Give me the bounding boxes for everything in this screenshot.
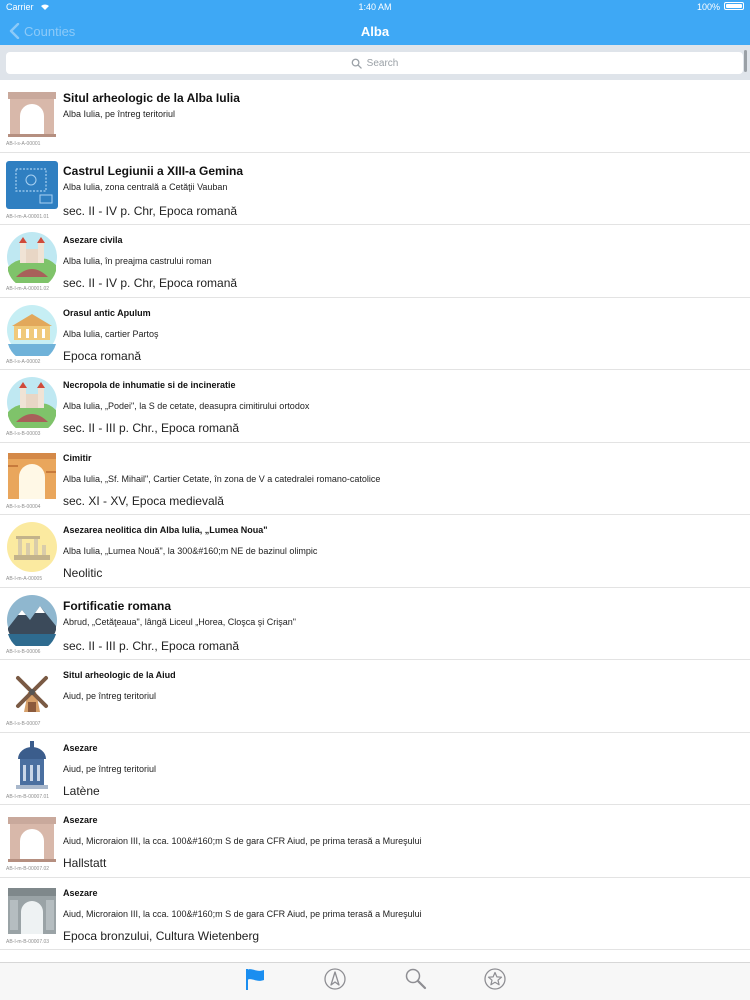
site-location: Aiud, Microraion III, la cca. 100&#160;m…	[63, 908, 422, 919]
site-period: Neolitic	[63, 566, 103, 580]
site-period: Epoca romană	[63, 348, 142, 363]
arch-icon	[8, 92, 56, 137]
battery-percent: 100%	[696, 2, 720, 12]
site-period: sec. II - IV p. Chr, Epoca romană	[63, 276, 238, 290]
list-item[interactable]: AB-I-m-A-00001.02 Asezare civila Alba Iuli…	[0, 225, 750, 298]
site-location: Abrud, „Cetăţeaua", lângă Liceul „Horea,…	[63, 616, 297, 627]
tab-nearby[interactable]	[322, 966, 348, 992]
site-location: Alba Iulia, zona centrală a Cetăţii Vaub…	[63, 181, 228, 192]
site-location: Alba Iulia, în preajma castrului roman	[63, 256, 212, 266]
battery-icon	[724, 2, 744, 10]
magnifier-icon	[405, 968, 427, 990]
compass-icon	[324, 968, 346, 990]
site-period: Epoca bronzului, Cultura Wietenberg	[63, 928, 260, 943]
star-icon	[484, 968, 506, 990]
list-item[interactable]: AB-I-s-A-00002 Orasul antic Apulum Alba Iu…	[0, 298, 750, 370]
site-location: Alba Iulia, pe întreg teritoriul	[63, 109, 176, 119]
site-code: AB-I-m-A-00005	[6, 576, 43, 582]
ancient-city-icon	[7, 304, 57, 356]
brick-arch-icon	[8, 452, 56, 499]
site-title: Asezare	[63, 887, 98, 898]
status-bar: Carrier 1:40 AM 100%	[0, 0, 750, 14]
ruins-icon	[7, 522, 57, 572]
site-location: Aiud, Microraion III, la cca. 100&#160;m…	[63, 836, 422, 846]
page-title: Alba	[360, 24, 390, 39]
list-item[interactable]: AB-I-s-B-00006 Fortificatie romana Abrud, …	[0, 588, 750, 660]
search-icon	[351, 58, 362, 69]
site-code: AB-I-s-A-00001	[6, 141, 41, 147]
site-location: Aiud, pe întreg teritoriul	[63, 763, 157, 774]
site-location: Aiud, pe întreg teritoriul	[63, 691, 157, 701]
list-item[interactable]: AB-I-s-A-00001 Situl arheologic de la Alb…	[0, 80, 750, 153]
site-location: Alba Iulia, cartier Partoş	[63, 328, 159, 339]
site-title: Necropola de inhumatie si de incineratie	[63, 380, 236, 390]
search-placeholder: Search	[366, 57, 399, 69]
flag-icon	[246, 969, 264, 990]
mountain-icon	[7, 594, 57, 646]
site-code: AB-I-m-B-00007.03	[6, 938, 50, 945]
site-code: AB-I-m-A-00001.02	[6, 286, 50, 292]
list-item[interactable]: AB-I-m-A-00005 Asezarea neolitica din Alb…	[0, 515, 750, 588]
list-item[interactable]: AB-I-m-B-00007.03 Asezare Aiud, Microraion…	[0, 878, 750, 950]
list-item[interactable]: AB-I-s-B-00003 Necropola de inhumatie si …	[0, 370, 750, 443]
search-input[interactable]: Search	[6, 52, 743, 74]
site-period: sec. II - III p. Chr., Epoca romană	[63, 421, 240, 435]
status-time: 1:40 AM	[358, 2, 392, 12]
site-period: Hallstatt	[63, 856, 107, 870]
scroll-indicator[interactable]	[744, 50, 747, 72]
navigation-bar: Carrier 1:40 AM 100% Counties Alba	[0, 0, 750, 45]
site-location: Alba Iulia, „Lumea Nouă", la 300&#160;m …	[63, 546, 318, 556]
site-title: Asezarea neolitica din Alba Iulia, „Lume…	[63, 525, 268, 535]
site-title: Orasul antic Apulum	[63, 307, 151, 318]
site-code: AB-I-m-A-00001.01	[6, 213, 50, 220]
site-period: sec. II - IV p. Chr, Epoca romană	[63, 203, 238, 218]
blueprint-icon	[6, 160, 58, 209]
site-location: Alba Iulia, „Podei", la S de cetate, dea…	[63, 401, 310, 411]
site-code: AB-I-s-B-00006	[6, 648, 41, 655]
site-location: Alba Iulia, „Sf. Mihail", Cartier Cetate…	[63, 473, 381, 484]
arch-icon	[8, 817, 56, 862]
tab-favorites[interactable]	[482, 966, 508, 992]
site-code: AB-I-s-A-00002	[6, 358, 41, 365]
castle-hill-icon	[7, 232, 57, 283]
windmill-icon	[16, 676, 48, 712]
site-code: AB-I-s-B-00003	[6, 431, 41, 437]
site-title: Asezare	[63, 742, 98, 753]
dome-icon	[16, 740, 48, 789]
site-period: sec. XI - XV, Epoca medievală	[63, 493, 224, 508]
search-bar: Search	[0, 45, 750, 80]
tab-bar	[0, 962, 750, 1000]
tab-flag[interactable]	[242, 966, 268, 992]
list-item[interactable]: AB-I-m-B-00007.02 Asezare Aiud, Microraion…	[0, 805, 750, 878]
site-code: AB-I-m-B-00007.02	[6, 866, 50, 872]
site-title: Castrul Legiunii a XIII-a Gemina	[63, 163, 244, 178]
site-period: Latène	[63, 783, 100, 798]
tab-search[interactable]	[402, 966, 428, 992]
site-code: AB-I-s-B-00007	[6, 721, 41, 727]
list-item[interactable]: AB-I-s-B-00004 Cimitir Alba Iulia, „Sf. Mi…	[0, 443, 750, 515]
sites-list: AB-I-s-A-00001 Situl arheologic de la Alb…	[0, 80, 750, 962]
site-code: AB-I-s-B-00004	[6, 503, 41, 510]
site-title: Cimitir	[63, 452, 92, 463]
castle-hill-icon	[7, 377, 57, 428]
site-period: sec. II - III p. Chr., Epoca romană	[63, 638, 240, 653]
site-title: Fortificatie romana	[63, 598, 172, 613]
site-code: AB-I-m-B-00007.01	[6, 793, 50, 800]
triumph-arch-icon	[8, 887, 56, 934]
site-title: Asezare	[63, 815, 98, 825]
site-title: Situl arheologic de la Alba Iulia	[63, 91, 240, 105]
site-title: Asezare civila	[63, 235, 123, 245]
list-item[interactable]: AB-I-m-A-00001.01 Castrul Legiunii a XIII…	[0, 153, 750, 225]
list-item[interactable]: AB-I-m-B-00007.01 Asezare Aiud, pe întreg …	[0, 733, 750, 805]
site-title: Situl arheologic de la Aiud	[63, 670, 176, 680]
list-item[interactable]: AB-I-s-B-00007 Situl arheologic de la Aiu…	[0, 660, 750, 733]
